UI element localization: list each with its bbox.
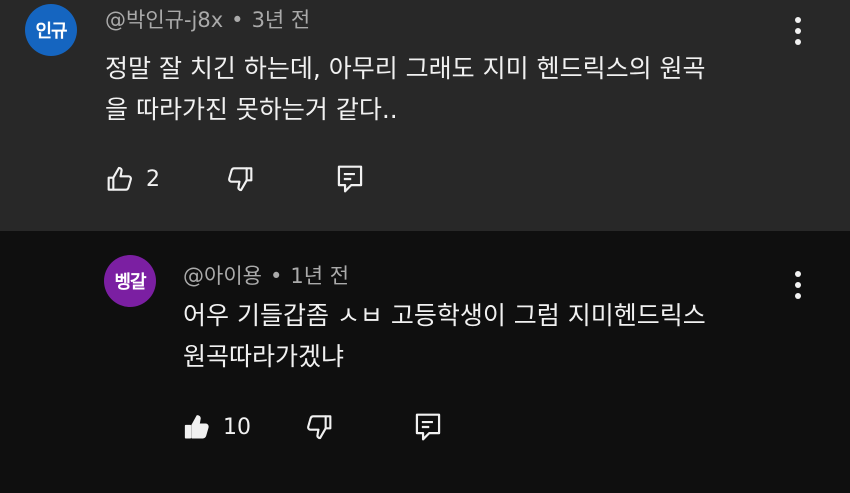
author-name[interactable]: @아이용 [183,264,262,288]
comment-text-line: 원곡따라가겠냐 [183,342,345,371]
thumb-down-icon [228,167,253,192]
like-button[interactable]: 2 [104,162,160,196]
author-name[interactable]: @박인규-j8x [105,8,223,32]
comment-header: @박인규-j8x • 3년 전 [105,4,310,34]
separator-dot: • [231,8,244,32]
comment-text-line: 을 따라가진 못하는거 같다.. [105,95,398,124]
comment-text: 어우 기들갑좀 ㅅㅂ 고등학생이 그럼 지미헨드릭스 원곡따라가겠냐 [183,295,706,377]
avatar[interactable]: 인규 [25,4,77,56]
reply-button[interactable] [413,410,443,444]
comment-text-line: 어우 기들갑좀 ㅅㅂ 고등학생이 그럼 지미헨드릭스 [183,301,706,330]
comment-header: @아이용 • 1년 전 [183,260,349,290]
separator-dot: • [269,264,283,288]
thumb-up-icon [107,166,132,191]
timestamp[interactable]: 1년 전 [290,264,349,288]
more-vert-icon[interactable] [794,271,802,299]
thumb-down-icon [307,415,332,440]
reply-icon [337,165,363,193]
avatar[interactable]: 벵갈 [104,255,156,307]
comment-text: 정말 잘 치긴 하는데, 아무리 그래도 지미 헨드릭스의 원곡 을 따라가진 … [105,48,706,130]
like-count: 10 [223,414,251,440]
timestamp[interactable]: 3년 전 [252,8,311,32]
dislike-button[interactable] [303,410,335,444]
reply-button[interactable] [335,162,365,196]
dislike-button[interactable] [224,162,256,196]
reply-thread: 벵갈 @아이용 • 1년 전 어우 기들갑좀 ㅅㅂ 고등학생이 그럼 지미헨드릭스 … [0,231,850,493]
reply-icon [415,413,441,441]
thumb-up-filled-icon [184,415,209,439]
comment-thread: 인규 @박인규-j8x • 3년 전 정말 잘 치긴 하는데, 아무리 그래도 지미… [0,0,850,231]
like-count: 2 [146,166,160,192]
more-vert-icon[interactable] [794,17,802,45]
like-button[interactable]: 10 [181,410,251,444]
comment-text-line: 정말 잘 치긴 하는데, 아무리 그래도 지미 헨드릭스의 원곡 [105,54,706,83]
